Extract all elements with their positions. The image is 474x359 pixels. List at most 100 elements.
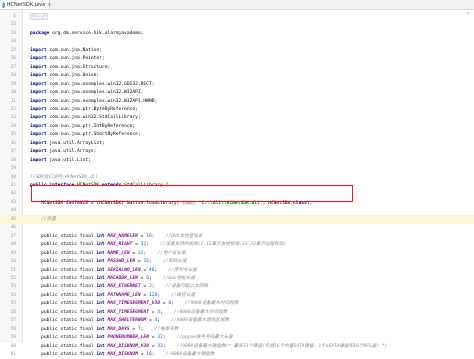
code-token: public static final (30, 352, 97, 357)
code-token: = (148, 343, 158, 349)
close-icon[interactable]: × (47, 2, 51, 8)
code-token: = (132, 242, 141, 248)
code-token: int (96, 343, 108, 349)
code-token: = (129, 326, 138, 332)
code-token: public static final (30, 259, 97, 265)
code-token: ; (154, 267, 169, 273)
code-token: import (30, 106, 50, 112)
code-token: //序列号长度 (168, 267, 197, 273)
line-number: 61 (10, 352, 16, 357)
code-token: import (30, 132, 50, 138)
code-token: com.sun.jna.Structure; (49, 64, 111, 70)
tab-hcnetsdk-java[interactable]: C HCNetSDK.java × (0, 0, 51, 9)
code-token: //路径长度 (171, 292, 196, 298)
code-editor[interactable]: 1/.../22 23 package org.dm.service.hik.ala… (0, 10, 474, 357)
code-token: ; (160, 309, 174, 315)
code-token: MACADDR_LEN (107, 275, 138, 281)
code-token: //设备支持的权限(1-12表示本地权限,13-32表示远程权限) (160, 242, 287, 248)
code-token: int (96, 233, 108, 239)
code-token: //mac地址长度 (162, 275, 196, 281)
check-icon: ✓ (466, 11, 471, 17)
code-token: ; (151, 352, 166, 357)
code-token: import (30, 140, 50, 146)
code-token: com.sun.jna.examples.win32.W32API.HWND; (49, 98, 158, 104)
code-token: ; (162, 335, 177, 341)
code-token: com.sun.jna.ptr.ByteByReference; (49, 106, 138, 112)
code-token: public static final (30, 318, 97, 324)
code-token: import (30, 64, 50, 70)
code-token: com.sun.jna.Union; (49, 73, 100, 79)
code-token: //用户名长度 (157, 250, 186, 256)
code-token: = (137, 352, 147, 357)
code-token: //DVR本地登陆名 (165, 233, 203, 239)
code-token: com.sun.jna.examples.win32.GDI32.RECT; (49, 81, 155, 87)
code-token: int (96, 242, 108, 248)
code-token: int (96, 259, 108, 265)
code-token: ; (162, 343, 177, 349)
code-token: //pppoe拨号号码最大长度 (176, 335, 233, 341)
code-token: MAX_RIGHT (107, 242, 133, 248)
code-token: import (30, 47, 50, 53)
code-token: import (30, 157, 50, 163)
code-token: public static final (30, 233, 97, 239)
code-token: int (96, 318, 108, 324)
code-token: com.sun.jna.ptr.IntByReference; (49, 123, 136, 129)
code-token: java.util.List; (49, 157, 91, 163)
code-token: MAX_SHELTERNUM (107, 318, 147, 324)
code-token: MAX_DAYS (107, 326, 130, 332)
code-token: //8000设备最大遮挡区域数 (171, 318, 230, 324)
code-token: = (137, 233, 147, 239)
code-token: public static final (30, 250, 97, 256)
code-token: public static final (30, 292, 97, 298)
code-token: com.sun.jna.Native; (49, 47, 102, 53)
code-token: com.sun.jna.examples.win32.W32API; (49, 90, 144, 96)
code-token: ; (171, 301, 185, 307)
code-token: public static final (30, 335, 97, 341)
code-token: ; (149, 259, 163, 265)
code-token: java.util.Arrays; (49, 149, 97, 155)
code-token: int (96, 326, 108, 332)
code-token: public static final (30, 309, 97, 315)
code-token: import (30, 115, 50, 121)
code-token: = (140, 292, 149, 298)
code-token: PASSWD_LEN (107, 259, 136, 265)
code-token: com.sun.jna.win32.StdCallLibrary; (49, 115, 141, 121)
code-token: = (129, 250, 138, 256)
code-token: MAX_DISKNUM_V30 (107, 343, 149, 349)
code-token: //9000设备最大时间段数 (184, 301, 239, 307)
code-token: import (30, 73, 50, 79)
code-token: //8000设备最大时间段数 (173, 309, 228, 315)
code-token: MAX_NAMELEN (107, 233, 138, 239)
code-token: public static final (30, 275, 97, 281)
code-token: MAX_DISKNUM (107, 352, 138, 357)
code-token: //每周天数 (154, 326, 179, 332)
code-token: public static final (30, 242, 97, 248)
code-token: ; (149, 275, 163, 281)
code-token: ; (157, 292, 172, 298)
code-token: ; (146, 242, 161, 248)
code-token: com.sun.jna.Pointer; (49, 56, 105, 62)
code-token: ; (151, 233, 166, 239)
code-line[interactable]: 61 public static final int MAX_DISKNUM =… (0, 350, 474, 359)
code-token: = (140, 284, 149, 290)
tab-label: HCNetSDK.java (6, 1, 46, 8)
code-token: import (30, 81, 50, 87)
code-token: SERIALNO_LEN (107, 267, 141, 273)
code-token: ; (143, 250, 158, 256)
code-token[interactable]: /.../ (30, 13, 48, 20)
annotation-highlight-box (31, 185, 353, 202)
code-token: ; (157, 318, 172, 324)
code-token: int (96, 284, 108, 290)
code-token: public static final (30, 326, 97, 332)
code-token: MAX_TIMESEGMENT (107, 309, 149, 315)
code-token: int (96, 335, 108, 341)
code-token: = (146, 318, 155, 324)
code-token: int (96, 267, 108, 273)
code-token: PATHNAME_LEN (107, 292, 141, 298)
code-token: import (30, 90, 50, 96)
code-token: int (96, 292, 108, 298)
code-token: import (30, 123, 50, 129)
code-token: int (96, 301, 108, 307)
code-token: int (96, 275, 108, 281)
code-token: NAME_LEN (107, 250, 130, 256)
